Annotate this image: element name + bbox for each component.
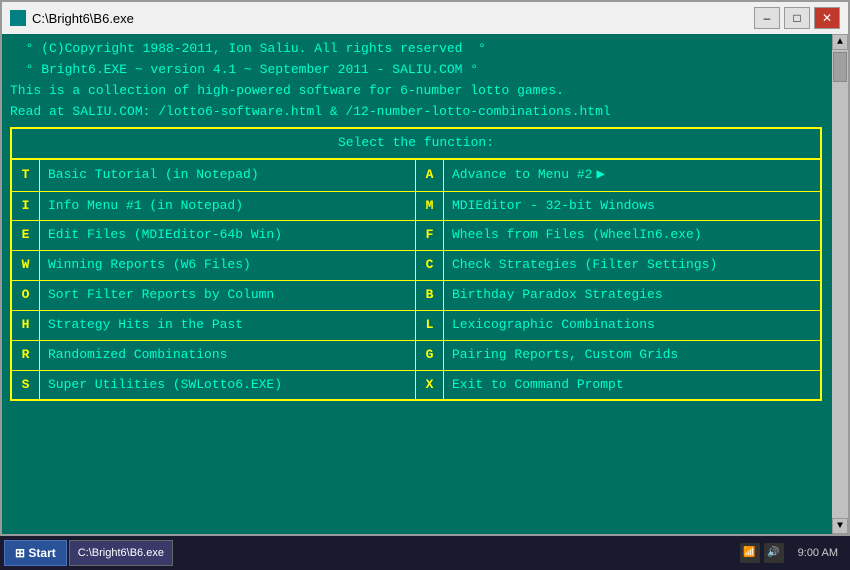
menu-label-W: Winning Reports (W6 Files): [40, 251, 259, 280]
scrollbar[interactable]: ▲ ▼: [832, 34, 848, 534]
terminal-window: ▲ ▼ ° (C)Copyright 1988-2011, Ion Saliu.…: [0, 34, 850, 536]
taskbar-sound-icon: 🔊: [764, 543, 784, 563]
window-app-icon: [10, 10, 26, 26]
scroll-up-arrow[interactable]: ▲: [832, 34, 848, 50]
menu-key-B: B: [416, 281, 444, 310]
taskbar: ⊞ Start C:\Bright6\B6.exe 📶 🔊 9:00 AM: [0, 536, 850, 570]
header-line-1: ° (C)Copyright 1988-2011, Ion Saliu. All…: [10, 40, 822, 59]
menu-key-X: X: [416, 371, 444, 400]
menu-item-S[interactable]: S Super Utilities (SWLotto6.EXE): [12, 371, 416, 400]
menu-key-G: G: [416, 341, 444, 370]
menu-item-O[interactable]: O Sort Filter Reports by Column: [12, 281, 416, 311]
advance-arrow-icon: ▶: [596, 165, 604, 185]
menu-key-W: W: [12, 251, 40, 280]
menu-label-H: Strategy Hits in the Past: [40, 311, 251, 340]
menu-key-L: L: [416, 311, 444, 340]
menu-key-A: A: [416, 160, 444, 190]
menu-key-I: I: [12, 192, 40, 221]
menu-key-O: O: [12, 281, 40, 310]
menu-item-X[interactable]: X Exit to Command Prompt: [416, 371, 820, 400]
menu-item-R[interactable]: R Randomized Combinations: [12, 341, 416, 371]
start-button[interactable]: ⊞ Start: [4, 540, 67, 566]
menu-key-F: F: [416, 221, 444, 250]
scrollbar-thumb[interactable]: [833, 52, 847, 82]
menu-item-I[interactable]: I Info Menu #1 (in Notepad): [12, 192, 416, 222]
scroll-down-arrow[interactable]: ▼: [832, 518, 848, 534]
menu-item-C[interactable]: C Check Strategies (Filter Settings): [416, 251, 820, 281]
menu-label-E: Edit Files (MDIEditor-64b Win): [40, 221, 290, 250]
menu-item-E[interactable]: E Edit Files (MDIEditor-64b Win): [12, 221, 416, 251]
menu-key-C: C: [416, 251, 444, 280]
menu-item-F[interactable]: F Wheels from Files (WheelIn6.exe): [416, 221, 820, 251]
close-button[interactable]: ✕: [814, 7, 840, 29]
menu-label-X: Exit to Command Prompt: [444, 371, 632, 400]
menu-key-E: E: [12, 221, 40, 250]
menu-item-L[interactable]: L Lexicographic Combinations: [416, 311, 820, 341]
menu-box: Select the function: T Basic Tutorial (i…: [10, 127, 822, 401]
header-line-3: This is a collection of high-powered sof…: [10, 82, 822, 101]
maximize-button[interactable]: □: [784, 7, 810, 29]
header-line-4: Read at SALIU.COM: /lotto6-software.html…: [10, 103, 822, 122]
menu-item-B[interactable]: B Birthday Paradox Strategies: [416, 281, 820, 311]
taskbar-system-icons: 📶 🔊: [736, 543, 788, 563]
menu-label-B: Birthday Paradox Strategies: [444, 281, 671, 310]
taskbar-network-icon: 📶: [740, 543, 760, 563]
window-controls: – □ ✕: [754, 7, 840, 29]
menu-grid: T Basic Tutorial (in Notepad) A Advance …: [12, 160, 820, 399]
menu-key-S: S: [12, 371, 40, 400]
menu-item-T[interactable]: T Basic Tutorial (in Notepad): [12, 160, 416, 191]
menu-item-M[interactable]: M MDIEditor - 32-bit Windows: [416, 192, 820, 222]
terminal-content: ° (C)Copyright 1988-2011, Ion Saliu. All…: [10, 40, 840, 528]
minimize-button[interactable]: –: [754, 7, 780, 29]
menu-label-M: MDIEditor - 32-bit Windows: [444, 192, 663, 221]
menu-label-I: Info Menu #1 (in Notepad): [40, 192, 251, 221]
menu-key-R: R: [12, 341, 40, 370]
menu-label-A: Advance to Menu #2 ▶: [444, 160, 613, 190]
menu-label-R: Randomized Combinations: [40, 341, 235, 370]
header-line-2: ° Bright6.EXE ~ version 4.1 ~ September …: [10, 61, 822, 80]
menu-item-A[interactable]: A Advance to Menu #2 ▶: [416, 160, 820, 191]
menu-label-F: Wheels from Files (WheelIn6.exe): [444, 221, 710, 250]
menu-label-G: Pairing Reports, Custom Grids: [444, 341, 686, 370]
taskbar-active-item[interactable]: C:\Bright6\B6.exe: [69, 540, 173, 566]
menu-key-H: H: [12, 311, 40, 340]
menu-label-T: Basic Tutorial (in Notepad): [40, 160, 267, 190]
menu-item-H[interactable]: H Strategy Hits in the Past: [12, 311, 416, 341]
menu-label-O: Sort Filter Reports by Column: [40, 281, 282, 310]
window-title: C:\Bright6\B6.exe: [32, 11, 754, 26]
menu-label-L: Lexicographic Combinations: [444, 311, 663, 340]
menu-title: Select the function:: [12, 129, 820, 160]
menu-label-C: Check Strategies (Filter Settings): [444, 251, 725, 280]
window-titlebar: C:\Bright6\B6.exe – □ ✕: [0, 0, 850, 34]
menu-item-W[interactable]: W Winning Reports (W6 Files): [12, 251, 416, 281]
menu-label-S: Super Utilities (SWLotto6.EXE): [40, 371, 290, 400]
taskbar-clock: 9:00 AM: [790, 547, 846, 559]
menu-item-G[interactable]: G Pairing Reports, Custom Grids: [416, 341, 820, 371]
menu-key-T: T: [12, 160, 40, 190]
menu-key-M: M: [416, 192, 444, 221]
